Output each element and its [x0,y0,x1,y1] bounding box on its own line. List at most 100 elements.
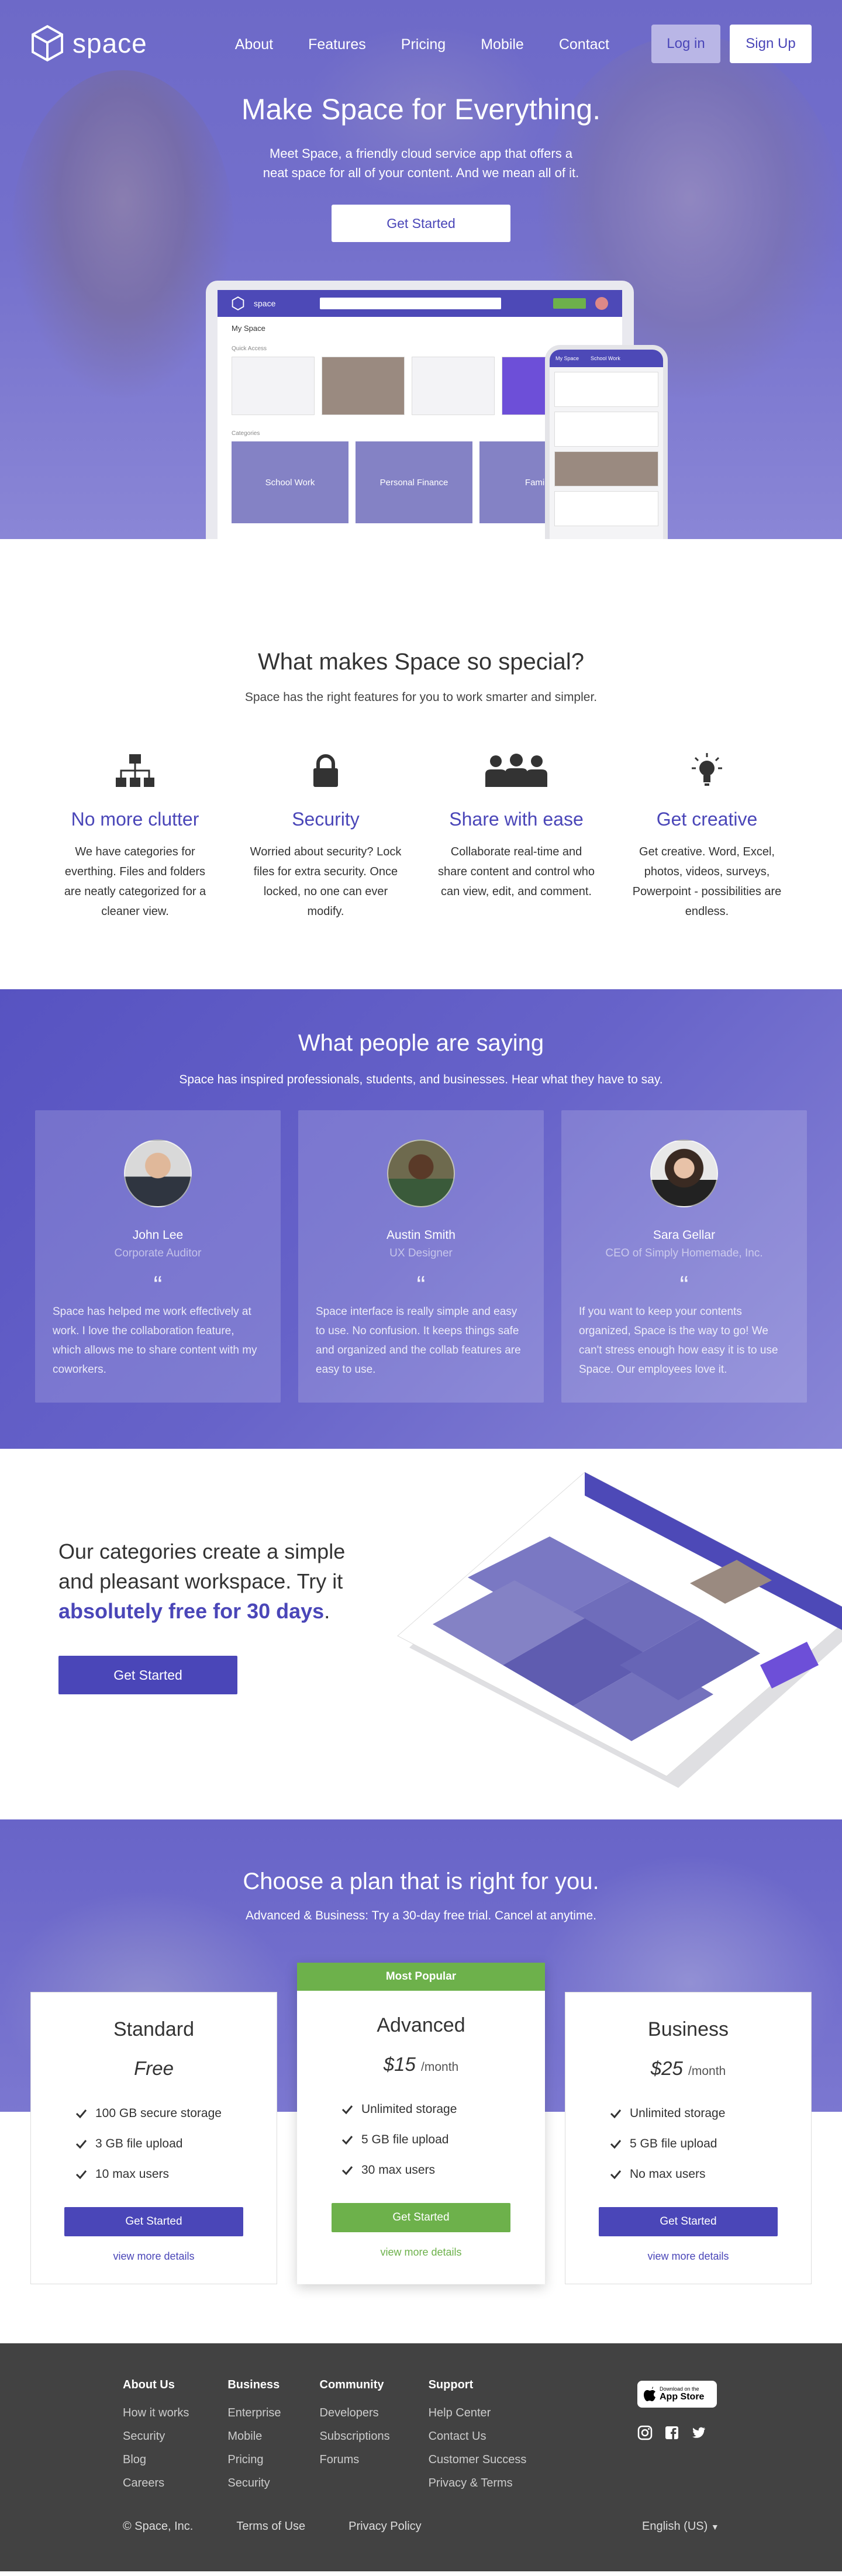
footer-link[interactable]: How it works [123,2401,189,2425]
plan-feature: 5 GB file upload [610,2129,811,2159]
plan-price: $15 /month [297,2053,545,2076]
phone-subtitle: School Work [591,355,620,361]
plan-card-advanced: Most Popular Advanced $15 /month Unlimit… [297,1963,545,2284]
testimonial-role: UX Designer [389,1247,453,1259]
plan-details-link[interactable]: view more details [31,2250,277,2263]
footer-link[interactable]: Careers [123,2471,189,2495]
footer-link[interactable]: Contact Us [429,2425,527,2448]
testimonials-subtitle: Space has inspired professionals, studen… [179,1073,663,1086]
quote-icon: “ [416,1271,426,1300]
privacy-link[interactable]: Privacy Policy [348,2520,421,2533]
terms-link[interactable]: Terms of Use [236,2520,305,2533]
footer-link[interactable]: Enterprise [227,2401,281,2425]
logo[interactable]: space [30,25,147,62]
language-selector[interactable]: English (US) ▼ [642,2520,719,2533]
feature-title: Share with ease [449,809,584,830]
isometric-app-screenshot [397,1472,842,1788]
plan-feature-text: Unlimited storage [361,2102,457,2116]
testimonial-role: Corporate Auditor [114,1247,202,1259]
categories-section: Our categories create a simple and pleas… [0,1449,842,1819]
footer-link[interactable]: Mobile [227,2425,281,2448]
mockup-avatar [595,297,608,310]
plan-feature-text: No max users [630,2167,706,2181]
plan-card-standard: Standard Free 100 GB secure storage 3 GB… [30,1992,277,2284]
plan-details-link[interactable]: view more details [565,2250,811,2263]
testimonial-role: CEO of Simply Homemade, Inc. [605,1247,763,1259]
testimonial-card: John Lee Corporate Auditor “ Space has h… [35,1110,281,1403]
phone-mockup: My Space School Work [545,345,668,539]
plan-get-started-button[interactable]: Get Started [64,2207,243,2236]
nav-link-mobile[interactable]: Mobile [481,36,524,53]
footer-link[interactable]: Security [227,2471,281,2495]
testimonial-quote: Space interface is really simple and eas… [316,1306,521,1376]
nav-link-contact[interactable]: Contact [559,36,609,53]
mockup-category-label: Personal Finance [379,478,448,488]
footer-link[interactable]: Pricing [227,2448,281,2471]
check-icon [341,2166,353,2176]
plan-feature-text: Unlimited storage [630,2107,726,2120]
plan-details-link[interactable]: view more details [297,2246,545,2259]
feature-no-clutter: No more clutter We have categories for e… [56,751,214,921]
plan-name: Advanced [377,2014,465,2036]
feature-description: Get creative. Word, Excel, photos, video… [632,845,782,918]
testimonials-section: What people are saying Space has inspire… [0,989,842,1449]
nav-link-about[interactable]: About [235,36,273,53]
footer-column-title: Support [428,2378,474,2391]
hierarchy-icon [116,754,154,787]
logo-text: space [73,28,147,58]
copyright-text: © Space, Inc. [123,2520,194,2533]
footer-column-business: Business Enterprise Mobile Pricing Secur… [227,2378,281,2495]
testimonial-name: John Lee [132,1228,184,1242]
mockup-page-title: My Space [232,324,265,333]
hero-get-started-button[interactable]: Get Started [332,205,510,242]
features-title: What makes Space so special? [257,649,585,675]
phone-file-row [554,491,658,526]
avatar [124,1139,192,1207]
feature-title: Get creative [656,809,758,830]
footer-link[interactable]: Customer Success [429,2448,527,2471]
pricing-subtitle: Advanced & Business: Try a 30-day free t… [246,1909,596,1922]
plan-get-started-button[interactable]: Get Started [599,2207,778,2236]
plan-get-started-button[interactable]: Get Started [332,2203,510,2232]
login-button[interactable]: Log in [651,25,720,63]
facebook-icon[interactable] [664,2425,679,2440]
plan-feature: 100 GB secure storage [75,2098,277,2129]
twitter-icon[interactable] [691,2425,706,2440]
app-store-badge[interactable]: Download on the App Store [637,2381,717,2408]
footer-link[interactable]: Help Center [429,2401,527,2425]
testimonials-title: What people are saying [298,1030,544,1056]
nav-link-pricing[interactable]: Pricing [401,36,446,53]
footer-link[interactable]: Forums [320,2448,390,2471]
check-icon [341,2105,353,2115]
instagram-icon[interactable] [637,2425,653,2440]
mockup-upload-button [553,298,586,309]
footer-link[interactable]: Blog [123,2448,189,2471]
plan-price: Free [31,2057,277,2080]
hero-description: Meet Space, a friendly cloud service app… [263,146,579,180]
footer-column-title: Community [319,2378,384,2391]
footer-link[interactable]: Developers [320,2401,390,2425]
lightbulb-icon [692,753,722,786]
mockup-file-card [412,357,495,415]
testimonial-card: Sara Gellar CEO of Simply Homemade, Inc.… [561,1110,807,1403]
check-icon [341,2136,353,2145]
nav-link-features[interactable]: Features [308,36,366,53]
feature-creative: Get creative Get creative. Word, Excel, … [628,751,786,921]
signup-button[interactable]: Sign Up [730,25,812,63]
check-icon [75,2170,87,2180]
lock-icon [313,754,338,787]
quote-icon: “ [679,1271,689,1300]
feature-title: No more clutter [71,809,199,830]
footer-link[interactable]: Subscriptions [320,2425,390,2448]
avatar [387,1139,455,1207]
testimonial-quote: If you want to keep your contents organi… [579,1306,778,1376]
testimonial-name: Sara Gellar [653,1228,716,1242]
cube-logo-icon [32,25,63,62]
footer-link[interactable]: Security [123,2425,189,2448]
footer-link[interactable]: Privacy & Terms [429,2471,527,2495]
most-popular-badge: Most Popular [297,1963,545,1991]
feature-share: Share with ease Collaborate real-time an… [437,751,595,921]
nav-links: About Features Pricing Mobile Contact [235,36,609,53]
testimonial-name: Austin Smith [387,1228,455,1242]
categories-get-started-button[interactable]: Get Started [58,1656,237,1694]
